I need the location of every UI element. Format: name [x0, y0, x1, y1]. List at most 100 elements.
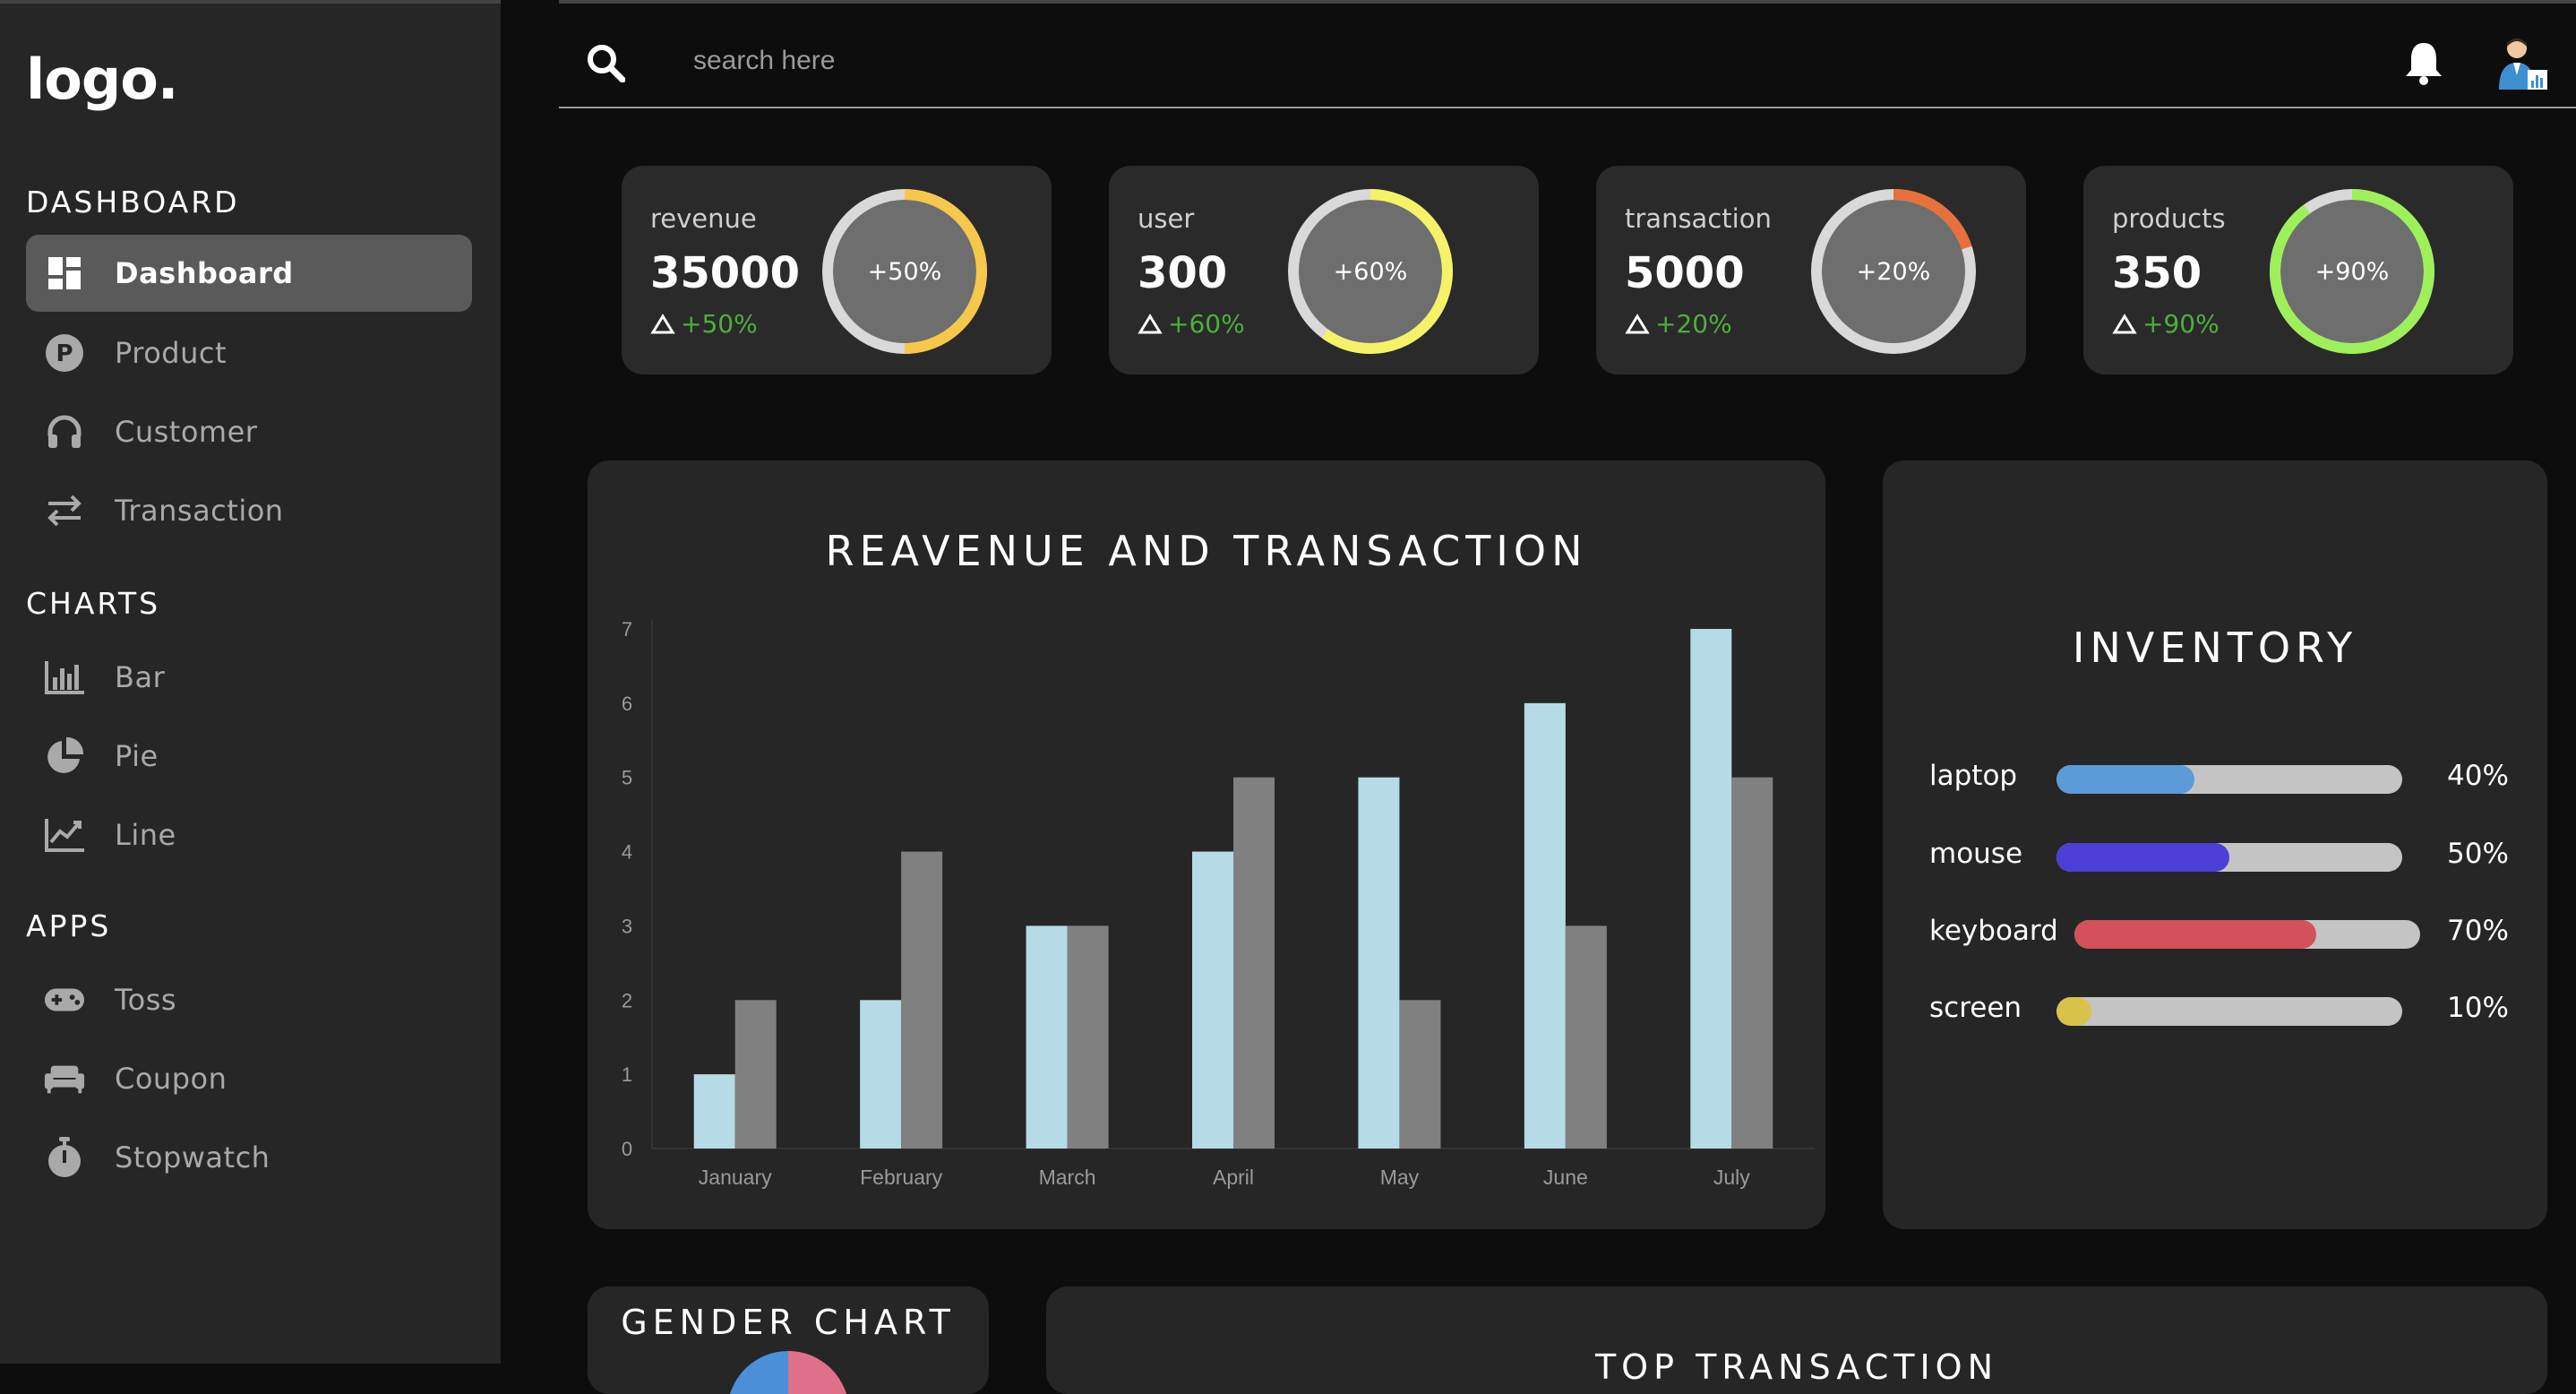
stat-change-value: +50% [681, 309, 758, 339]
sidebar-item-product[interactable]: P Product [26, 314, 472, 392]
panel-title: TOP TRANSACTION [1594, 1347, 1999, 1387]
x-tick-label: July [1713, 1166, 1750, 1189]
ring-label: +20% [1856, 257, 1931, 286]
stat-change: +50% [650, 309, 758, 339]
dashboard-icon [44, 253, 85, 294]
y-tick-label: 6 [622, 693, 632, 715]
inventory-bar-fill [2057, 765, 2195, 794]
sidebar-item-transaction[interactable]: Transaction [26, 472, 472, 549]
inventory-label: keyboard [1929, 915, 2058, 947]
gamepad-icon [44, 979, 85, 1020]
stat-card-user[interactable]: user 300 +60% +60% [1109, 166, 1539, 374]
svg-text:P: P [56, 340, 73, 367]
ring-label: +90% [2314, 257, 2390, 286]
inventory-percent: 70% [2447, 915, 2509, 947]
bar-series-2-february [901, 851, 943, 1149]
y-tick-label: 2 [622, 989, 632, 1011]
ring-label: +50% [867, 257, 942, 286]
bar-series-2-april [1233, 777, 1275, 1149]
bar-chart-icon [44, 657, 85, 698]
bar-series-1-may [1358, 777, 1400, 1149]
pie-chart-icon [44, 736, 85, 777]
logo: logo. [26, 47, 178, 112]
search-input[interactable] [693, 36, 1499, 86]
stat-name: transaction [1625, 203, 1772, 234]
stat-change: +90% [2112, 309, 2220, 339]
gender-pie-chart [730, 1351, 846, 1394]
sidebar-item-label: Line [115, 818, 176, 852]
stat-change-value: +20% [1655, 309, 1732, 339]
swap-icon [44, 490, 85, 531]
couch-icon [44, 1058, 85, 1099]
stat-card-products[interactable]: products 350 +90% +90% [2083, 166, 2513, 374]
triangle-up-icon [1625, 313, 1650, 333]
bar-series-2-january [734, 1000, 777, 1149]
y-tick-label: 5 [622, 767, 632, 789]
stopwatch-icon [44, 1137, 85, 1178]
x-tick-label: February [860, 1166, 943, 1189]
bar-series-2-june [1565, 925, 1607, 1149]
inventory-bar [2057, 765, 2402, 794]
x-tick-label: April [1213, 1166, 1254, 1189]
product-icon: P [44, 332, 85, 374]
inventory-bar-fill [2057, 997, 2091, 1026]
sidebar-item-label: Bar [115, 660, 166, 694]
inventory-bar [2074, 920, 2420, 949]
sidebar: logo. DASHBOARD Dashboard P Product Cust… [0, 0, 501, 1364]
sidebar-item-coupon[interactable]: Coupon [26, 1040, 472, 1117]
inventory-percent: 10% [2447, 992, 2509, 1024]
triangle-up-icon [650, 313, 675, 333]
x-tick-label: June [1543, 1166, 1588, 1189]
sidebar-item-customer[interactable]: Customer [26, 393, 472, 470]
sidebar-item-bar[interactable]: Bar [26, 639, 472, 716]
stat-value: 350 [2112, 248, 2202, 298]
bar-series-1-june [1524, 702, 1566, 1149]
inventory-bar-fill [2057, 843, 2229, 872]
line-chart-icon [44, 814, 85, 856]
sidebar-item-label: Product [115, 336, 227, 370]
bar-series-1-april [1192, 851, 1233, 1149]
pie-slice-female [788, 1351, 846, 1394]
bell-icon[interactable] [2402, 39, 2445, 90]
stat-value: 5000 [1625, 248, 1745, 298]
x-tick-label: January [699, 1166, 772, 1189]
sidebar-item-label: Customer [115, 415, 258, 449]
y-tick-label: 0 [622, 1138, 632, 1160]
section-title-dashboard: DASHBOARD [26, 185, 240, 219]
bar-series-1-january [693, 1074, 735, 1149]
y-tick-label: 3 [622, 915, 632, 937]
sidebar-item-dashboard[interactable]: Dashboard [26, 235, 472, 312]
sidebar-item-pie[interactable]: Pie [26, 718, 472, 795]
x-tick-label: March [1039, 1166, 1096, 1189]
section-title-charts: CHARTS [26, 586, 161, 621]
inventory-label: mouse [1929, 838, 2023, 870]
search-icon[interactable] [586, 43, 626, 87]
stat-change-value: +60% [1168, 309, 1245, 339]
avatar[interactable] [2495, 36, 2549, 96]
bar-chart: 0 1 2 3 4 5 6 7 January February March April May June… [622, 618, 1815, 1189]
stat-change-value: +90% [2142, 309, 2220, 339]
triangle-up-icon [2112, 313, 2137, 333]
stat-card-transaction[interactable]: transaction 5000 +20% +20% [1596, 166, 2026, 374]
stat-name: products [2112, 203, 2226, 234]
ring-label: +60% [1333, 257, 1408, 286]
inventory-bar [2057, 843, 2402, 872]
sidebar-item-line[interactable]: Line [26, 796, 472, 873]
stat-value: 300 [1138, 248, 1228, 298]
pie-slice-male [730, 1351, 788, 1394]
inventory-percent: 50% [2447, 838, 2509, 870]
sidebar-item-label: Stopwatch [115, 1140, 270, 1175]
section-title-apps: APPS [26, 908, 112, 943]
x-tick-label: May [1380, 1166, 1420, 1189]
inventory-row: keyboard 70% [1883, 909, 2547, 954]
sidebar-item-toss[interactable]: Toss [26, 961, 472, 1038]
y-tick-label: 7 [622, 618, 632, 641]
sidebar-item-stopwatch[interactable]: Stopwatch [26, 1119, 472, 1196]
topbar [559, 0, 2576, 108]
stat-card-revenue[interactable]: revenue 35000 +50% +50% [622, 166, 1052, 374]
headphones-icon [44, 411, 85, 452]
y-tick-label: 4 [622, 841, 632, 864]
inventory-panel: INVENTORY laptop 40% mouse 50% keyboard … [1883, 460, 2547, 1229]
inventory-bar-fill [2074, 920, 2317, 949]
triangle-up-icon [1138, 313, 1163, 333]
